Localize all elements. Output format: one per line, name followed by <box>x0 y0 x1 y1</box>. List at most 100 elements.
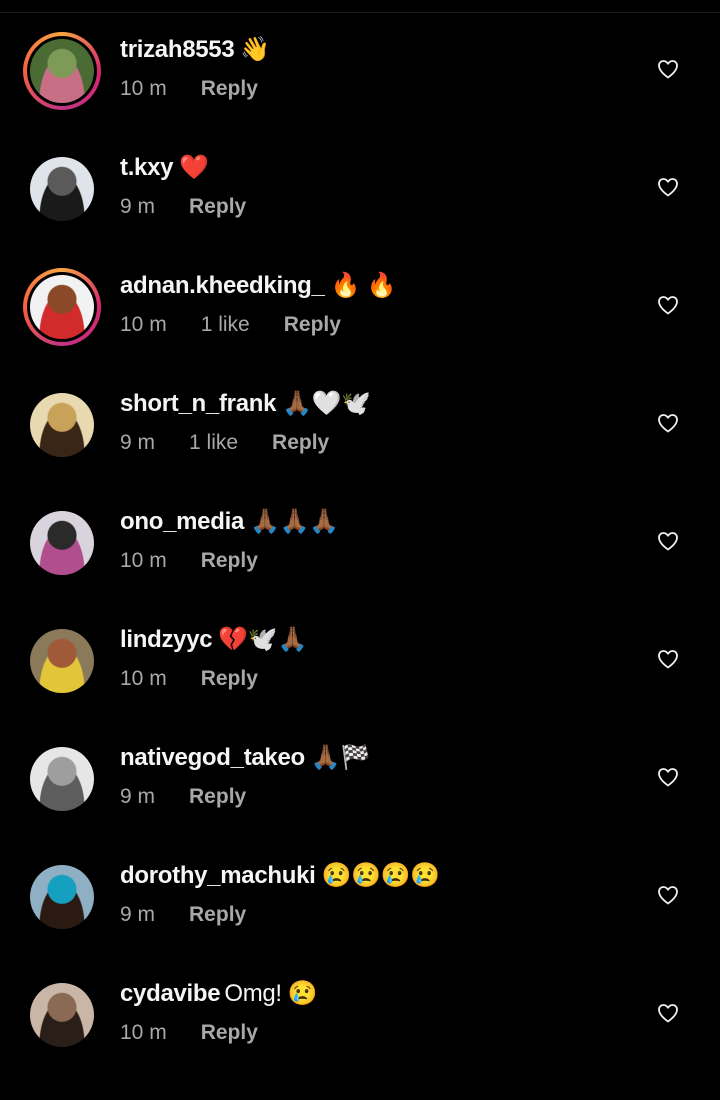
comment-meta: 9 m Reply <box>120 195 280 219</box>
comment-item: cydavibe Omg! 😢 10 m Reply <box>0 976 720 1094</box>
heart-outline-icon[interactable] <box>656 883 680 907</box>
comment-time: 9 m <box>120 785 156 808</box>
comment-header: trizah8553 👋 <box>120 35 270 64</box>
comment-header: cydavibe Omg! 😢 <box>120 979 318 1008</box>
avatar-wrapper[interactable] <box>23 858 101 936</box>
comment-header: t.kxy ❤️ <box>120 153 209 182</box>
comment-time: 9 m <box>120 195 156 218</box>
avatar-frame <box>27 744 97 814</box>
comment-meta: 10 m Reply <box>120 77 292 101</box>
username[interactable]: short_n_frank <box>120 390 276 417</box>
username[interactable]: adnan.kheedking_ <box>120 272 325 299</box>
heart-outline-icon[interactable] <box>656 411 680 435</box>
comment-item: t.kxy ❤️ 9 m Reply <box>0 150 720 268</box>
avatar-frame <box>27 154 97 224</box>
comment-time: 9 m <box>120 903 156 926</box>
avatar-wrapper[interactable] <box>23 504 101 582</box>
heart-outline-icon[interactable] <box>656 529 680 553</box>
avatar-frame <box>27 508 97 578</box>
comment-item: dorothy_machuki 😢😢😢😢 9 m Reply <box>0 858 720 976</box>
reply-button[interactable]: Reply <box>201 1021 258 1044</box>
comment-header: lindzyyc 💔🕊️🙏🏾 <box>120 625 307 654</box>
username[interactable]: ono_media <box>120 508 244 535</box>
comment-item: trizah8553 👋 10 m Reply <box>0 32 720 150</box>
avatar-frame <box>27 36 97 106</box>
heart-outline-icon[interactable] <box>656 765 680 789</box>
avatar <box>30 275 94 339</box>
reply-button[interactable]: Reply <box>189 903 246 926</box>
comment-time: 10 m <box>120 313 167 336</box>
comment-time: 10 m <box>120 667 167 690</box>
avatar-frame <box>27 862 97 932</box>
reply-button[interactable]: Reply <box>272 431 329 454</box>
comment-time: 9 m <box>120 431 156 454</box>
heart-outline-icon[interactable] <box>656 293 680 317</box>
reply-button[interactable]: Reply <box>189 195 246 218</box>
avatar-frame <box>27 272 97 342</box>
comment-emoji: 🙏🏾🙏🏾🙏🏾 <box>250 508 339 535</box>
avatar-wrapper[interactable] <box>23 150 101 228</box>
comment-time: 10 m <box>120 549 167 572</box>
avatar-frame <box>27 390 97 460</box>
comment-meta: 9 m 1 like Reply <box>120 431 363 455</box>
avatar <box>30 747 94 811</box>
comment-emoji: 👋 <box>240 36 270 63</box>
reply-button[interactable]: Reply <box>189 785 246 808</box>
avatar <box>30 393 94 457</box>
comment-item: short_n_frank 🙏🏾🤍🕊️ 9 m 1 like Reply <box>0 386 720 504</box>
comment-item: nativegod_takeo 🙏🏾🏁 9 m Reply <box>0 740 720 858</box>
comment-emoji: 😢 <box>287 980 318 1007</box>
comment-text: Omg! <box>224 980 282 1007</box>
comment-meta: 10 m Reply <box>120 549 292 573</box>
comment-header: short_n_frank 🙏🏾🤍🕊️ <box>120 389 371 418</box>
avatar-wrapper[interactable] <box>23 386 101 464</box>
comment-time: 10 m <box>120 77 167 100</box>
comment-item: lindzyyc 💔🕊️🙏🏾 10 m Reply <box>0 622 720 740</box>
comment-item: ono_media 🙏🏾🙏🏾🙏🏾 10 m Reply <box>0 504 720 622</box>
comment-time: 10 m <box>120 1021 167 1044</box>
username[interactable]: lindzyyc <box>120 626 213 653</box>
avatar <box>30 629 94 693</box>
comment-item: adnan.kheedking_ 🔥 🔥 10 m 1 like Reply <box>0 268 720 386</box>
like-count[interactable]: 1 like <box>201 313 250 336</box>
comment-header: dorothy_machuki 😢😢😢😢 <box>120 861 440 890</box>
reply-button[interactable]: Reply <box>201 77 258 100</box>
comment-header: adnan.kheedking_ 🔥 🔥 <box>120 271 396 300</box>
avatar-frame <box>27 626 97 696</box>
avatar <box>30 511 94 575</box>
reply-button[interactable]: Reply <box>201 549 258 572</box>
username[interactable]: trizah8553 <box>120 36 235 63</box>
avatar-wrapper[interactable] <box>23 622 101 700</box>
avatar-story-ring[interactable] <box>23 32 101 110</box>
comment-header: ono_media 🙏🏾🙏🏾🙏🏾 <box>120 507 339 536</box>
avatar-story-ring[interactable] <box>23 268 101 346</box>
comment-emoji: 🙏🏾🏁 <box>310 744 371 771</box>
username[interactable]: nativegod_takeo <box>120 744 305 771</box>
comment-meta: 9 m Reply <box>120 903 280 927</box>
avatar-wrapper[interactable] <box>23 740 101 818</box>
avatar-wrapper[interactable] <box>23 976 101 1054</box>
comment-emoji: ❤️ <box>179 154 209 181</box>
heart-outline-icon[interactable] <box>656 175 680 199</box>
comment-emoji: 🔥 🔥 <box>330 272 397 299</box>
username[interactable]: dorothy_machuki <box>120 862 316 889</box>
username[interactable]: cydavibe <box>120 980 221 1007</box>
reply-button[interactable]: Reply <box>284 313 341 336</box>
avatar <box>30 983 94 1047</box>
reply-button[interactable]: Reply <box>201 667 258 690</box>
comment-emoji: 😢😢😢😢 <box>321 862 441 889</box>
heart-outline-icon[interactable] <box>656 647 680 671</box>
avatar <box>30 39 94 103</box>
heart-outline-icon[interactable] <box>656 1001 680 1025</box>
avatar-frame <box>27 980 97 1050</box>
avatar <box>30 157 94 221</box>
like-count[interactable]: 1 like <box>189 431 238 454</box>
heart-outline-icon[interactable] <box>656 57 680 81</box>
comment-meta: 10 m Reply <box>120 1021 292 1045</box>
username[interactable]: t.kxy <box>120 154 174 181</box>
avatar <box>30 865 94 929</box>
comment-emoji: 🙏🏾🤍🕊️ <box>282 390 371 417</box>
comment-meta: 10 m Reply <box>120 667 292 691</box>
comment-header: nativegod_takeo 🙏🏾🏁 <box>120 743 370 772</box>
comment-emoji: 💔🕊️🙏🏾 <box>218 626 308 653</box>
